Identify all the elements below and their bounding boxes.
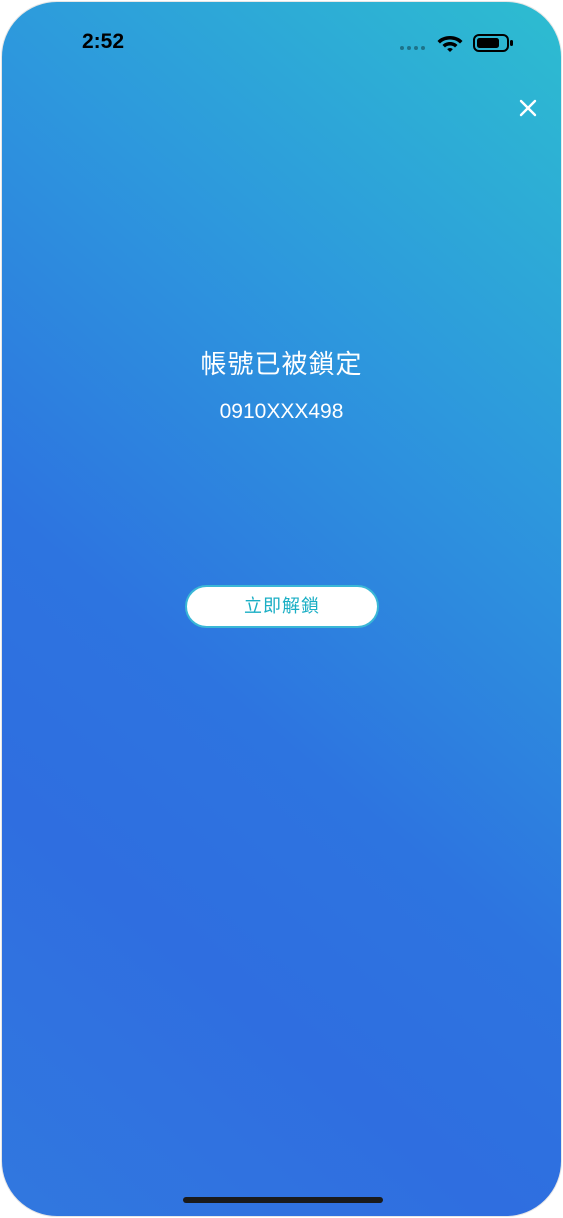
cellular-signal-icon	[400, 46, 428, 50]
status-bar: 2:52	[2, 2, 561, 82]
status-time: 2:52	[82, 30, 125, 53]
phone-number: 0910XXX498	[219, 400, 344, 423]
wifi-icon	[437, 36, 463, 52]
page-title: 帳號已被鎖定	[200, 350, 363, 380]
battery-icon	[473, 34, 513, 52]
close-icon[interactable]	[515, 95, 541, 121]
home-indicator[interactable]	[183, 1197, 383, 1203]
unlock-now-button[interactable]: 立即解鎖	[185, 585, 379, 628]
phone-screen: 2:52 帳號已被鎖定 0910XXX498 立即解鎖	[1, 1, 562, 1217]
